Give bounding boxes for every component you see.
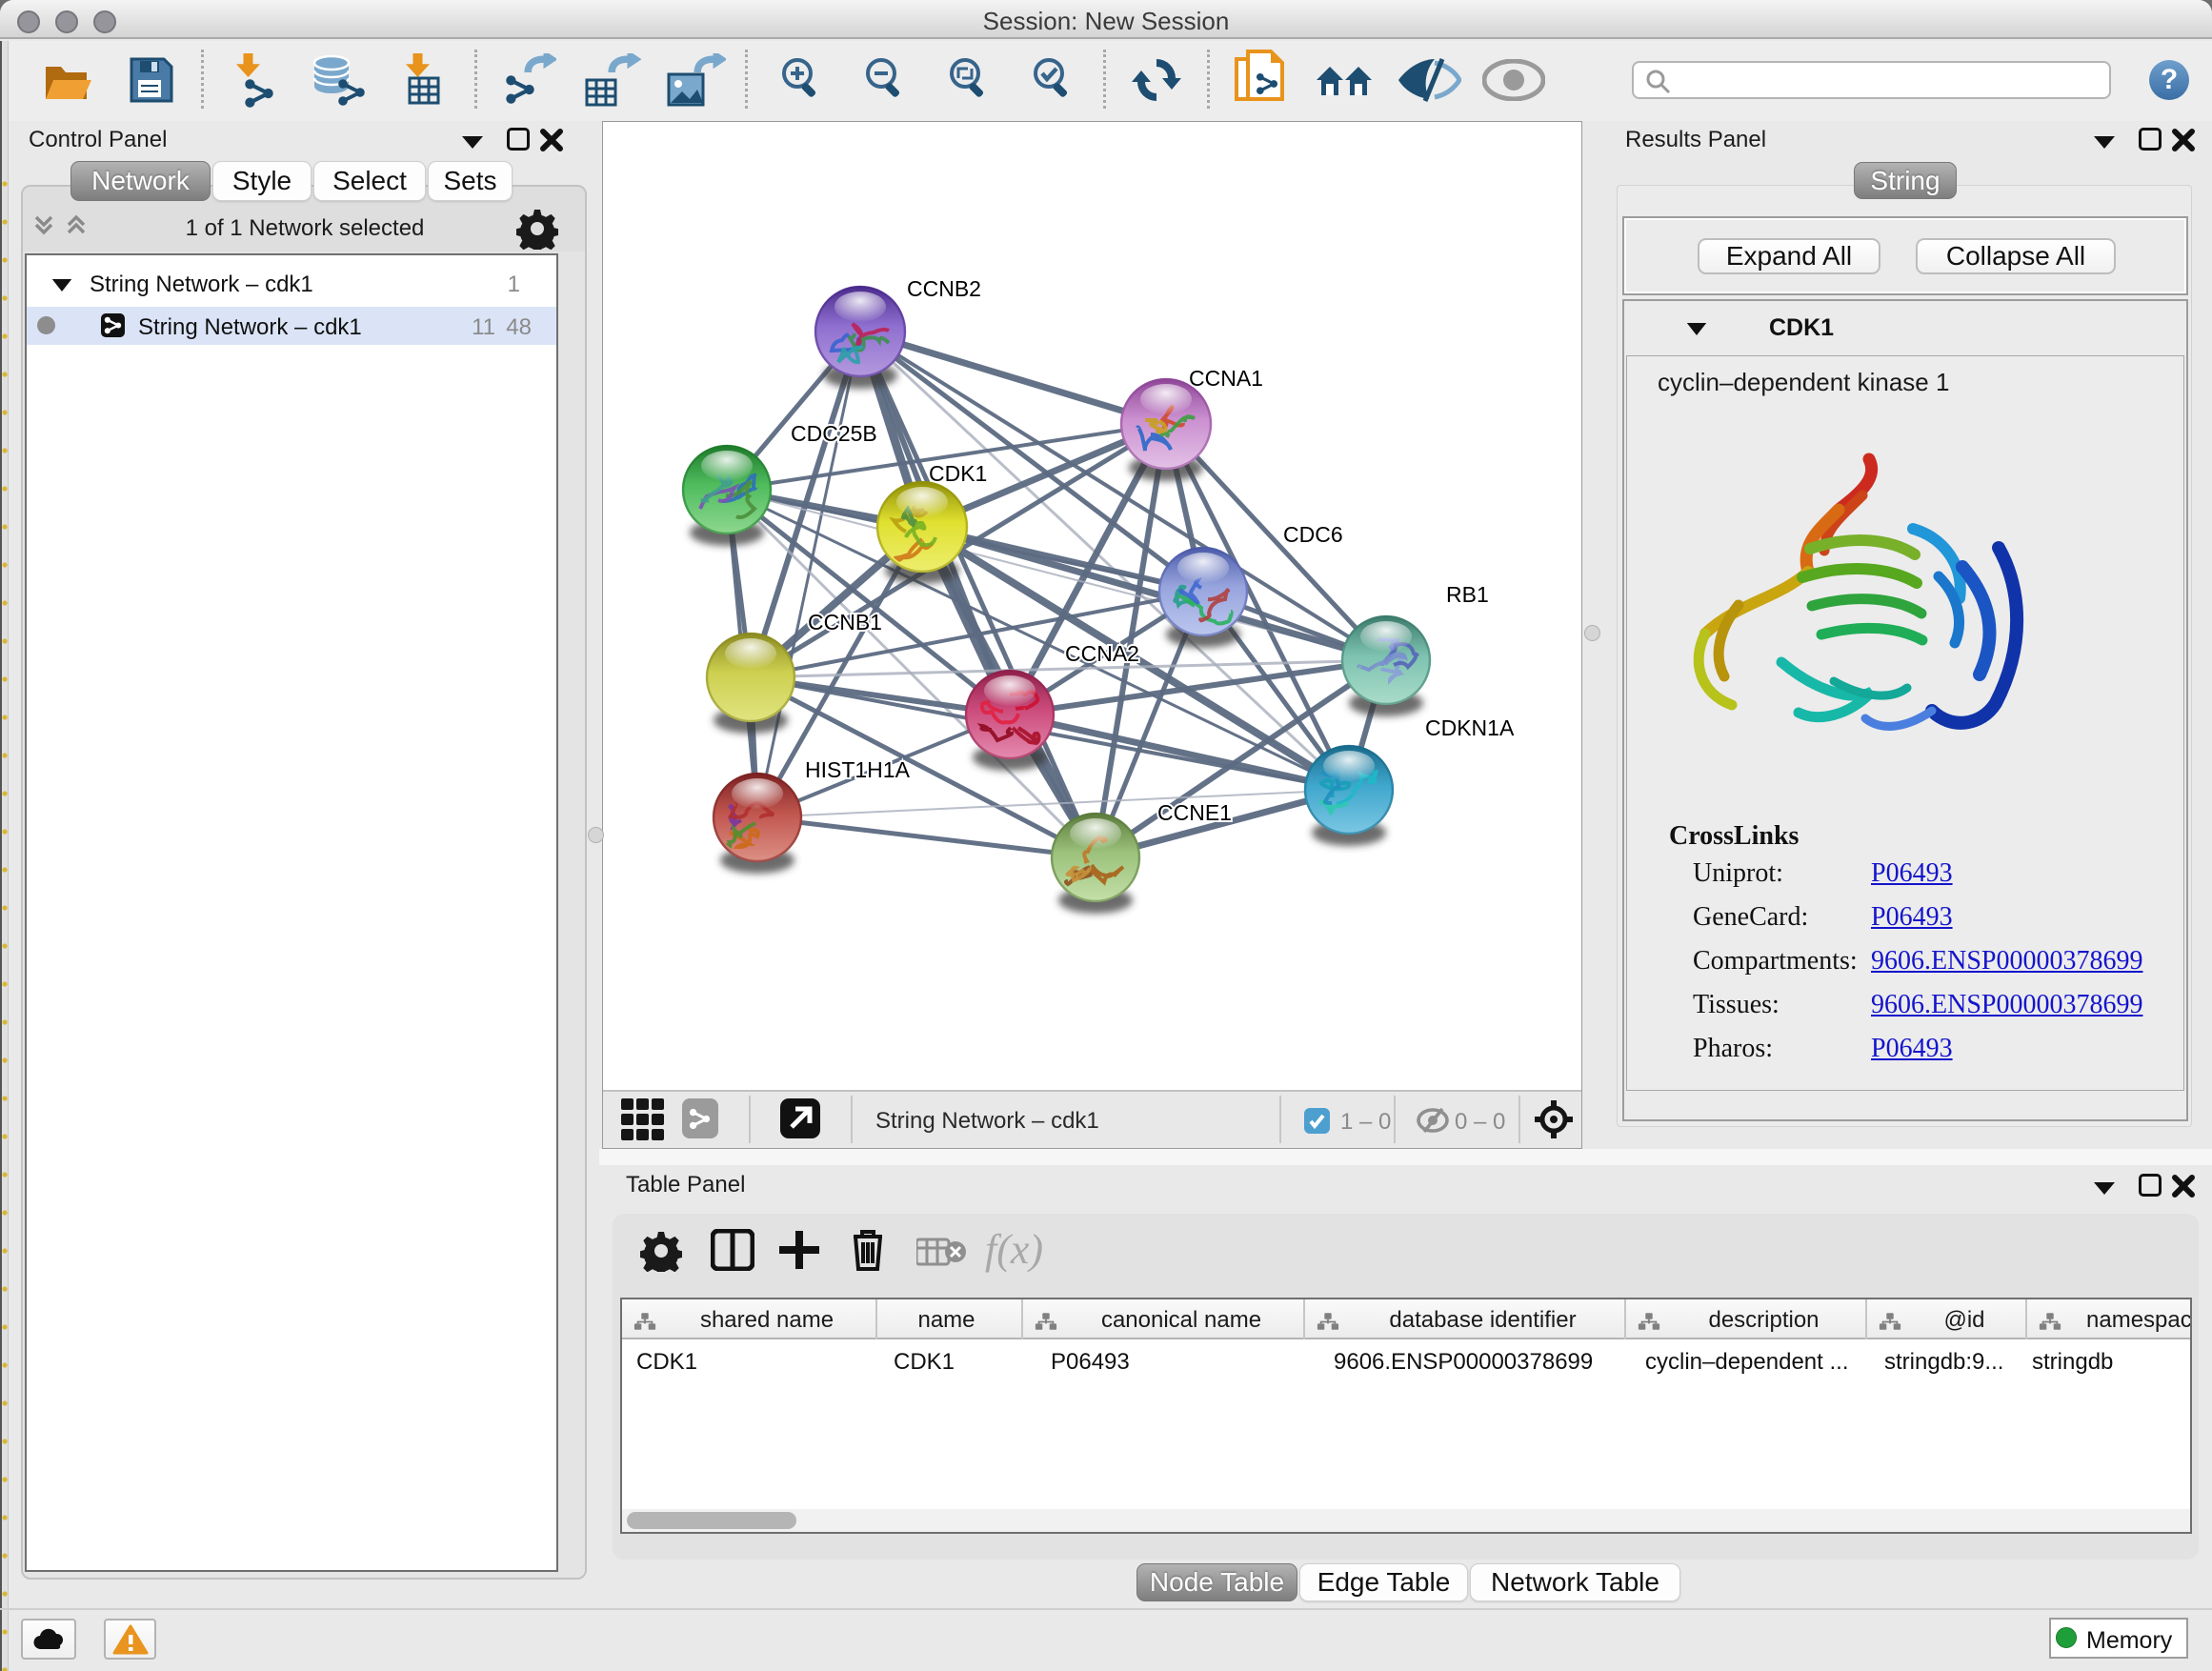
svg-text:CDC25B: CDC25B — [791, 421, 877, 446]
svg-text:CCNB2: CCNB2 — [907, 276, 981, 301]
svg-text:RB1: RB1 — [1446, 582, 1489, 607]
svg-text:CCNE1: CCNE1 — [1157, 800, 1232, 825]
svg-text:CDKN1A: CDKN1A — [1425, 715, 1515, 740]
svg-text:CDK1: CDK1 — [929, 461, 987, 486]
svg-text:CDC6: CDC6 — [1283, 522, 1343, 547]
svg-text:HIST1H1A: HIST1H1A — [805, 757, 911, 782]
svg-text:CCNA1: CCNA1 — [1189, 366, 1263, 391]
svg-text:CCNB1: CCNB1 — [808, 610, 882, 634]
svg-text:CCNA2: CCNA2 — [1065, 641, 1139, 666]
